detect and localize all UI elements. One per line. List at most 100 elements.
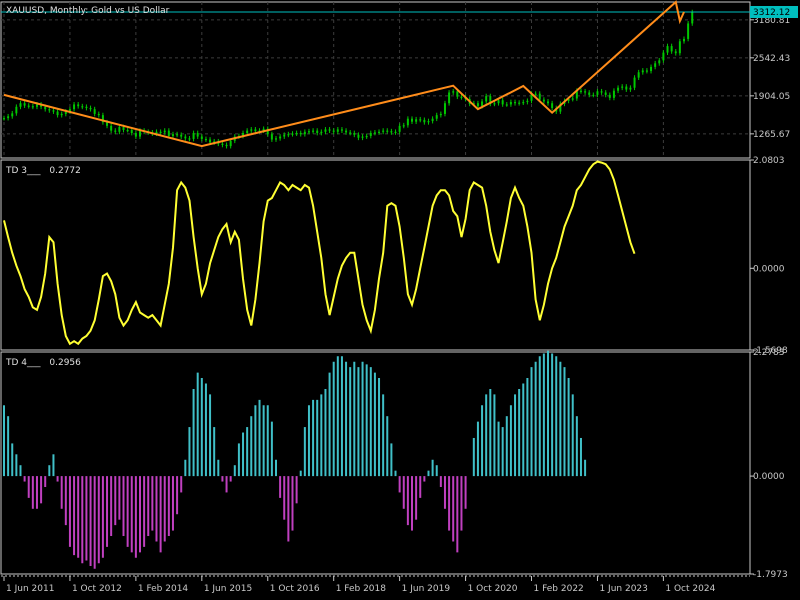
candle-body	[229, 140, 232, 147]
candle-body	[518, 102, 521, 104]
candle-body	[114, 130, 117, 132]
candle-body	[608, 94, 611, 98]
candle-body	[357, 134, 360, 138]
candle-body	[509, 102, 512, 105]
candle-body	[291, 133, 294, 135]
candle-body	[390, 131, 393, 133]
candle-body	[307, 131, 310, 133]
candle-body	[353, 132, 356, 135]
candle-body	[658, 60, 661, 64]
candle-body	[246, 130, 249, 133]
candle-body	[378, 131, 381, 134]
candle-body	[19, 103, 22, 107]
candle-body	[481, 101, 484, 107]
candle-body	[299, 132, 302, 135]
candle-body	[691, 12, 694, 24]
td3-line	[3, 160, 636, 346]
candle-body	[505, 104, 508, 106]
x-tick-label: 1 Feb 2022	[534, 584, 584, 594]
candle-body	[427, 121, 430, 123]
x-tick-label: 1 Jun 2015	[204, 584, 252, 594]
candle-body	[35, 104, 38, 107]
candle-body	[641, 70, 644, 73]
td3-indicator-value: 0.2772	[49, 166, 81, 176]
candle-body	[666, 46, 669, 53]
pane-frame	[0, 159, 751, 351]
candle-body	[328, 129, 331, 131]
x-tick-label: 1 Oct 2020	[468, 584, 518, 594]
candle-body	[110, 125, 113, 131]
candle-body	[629, 87, 632, 90]
x-tick-label: 1 Oct 2016	[270, 584, 320, 594]
candle-body	[336, 129, 339, 132]
candle-body	[254, 129, 257, 132]
candle-body	[493, 103, 496, 105]
td4-pane: 2.2783 0.0000 -1.7973	[0, 348, 788, 580]
candle-body	[419, 119, 422, 121]
candle-body	[44, 106, 47, 110]
candle-body	[48, 109, 51, 111]
candle-body	[349, 132, 352, 134]
candle-body	[188, 138, 191, 140]
candle-body	[85, 106, 88, 108]
candle-body	[617, 87, 620, 91]
candle-body	[122, 127, 125, 131]
candle-body	[89, 107, 92, 110]
candle-body	[270, 134, 273, 140]
candle-body	[159, 131, 162, 134]
candle-body	[192, 132, 195, 139]
candle-body	[369, 132, 372, 136]
candle-body	[287, 134, 290, 136]
candle-body	[345, 130, 348, 133]
candle-body	[551, 103, 554, 108]
candle-body	[662, 52, 665, 61]
y-tick-label: 2.0803	[753, 156, 785, 166]
y-tick-label: 2.2783	[753, 348, 785, 358]
candle-body	[176, 134, 179, 136]
candle-body	[633, 77, 636, 88]
candle-body	[52, 110, 55, 112]
candle-body	[373, 132, 376, 134]
candle-body	[3, 118, 5, 120]
candle-body	[134, 132, 137, 137]
candle-body	[204, 138, 207, 141]
candle-body	[171, 134, 174, 136]
candle-body	[332, 130, 335, 132]
candle-body	[406, 118, 409, 126]
candle-body	[73, 104, 76, 110]
y-tick-label: -1.7973	[753, 570, 788, 580]
candle-body	[361, 136, 364, 138]
candle-body	[93, 109, 96, 114]
y-tick-label: 0.0000	[753, 264, 785, 274]
candle-body	[200, 136, 203, 139]
price-badge-text: 3312.12	[753, 8, 790, 18]
candle-body	[604, 92, 607, 95]
candle-body	[411, 118, 413, 122]
zigzag-line	[3, 0, 685, 148]
candle-body	[11, 113, 14, 117]
candle-body	[645, 70, 648, 72]
candle-body	[250, 129, 253, 131]
candle-body	[386, 130, 389, 132]
candle-body	[225, 144, 228, 147]
candle-body	[303, 131, 306, 135]
td4-indicator-value: 0.2956	[49, 358, 81, 368]
candle-body	[678, 41, 681, 54]
td4-indicator-label: TD 4___	[5, 358, 41, 368]
candle-body	[542, 99, 545, 102]
candle-body	[456, 91, 459, 97]
candle-body	[534, 93, 537, 95]
x-tick-label: 1 Oct 2024	[665, 584, 715, 594]
candle-body	[312, 130, 315, 132]
candle-body	[625, 86, 628, 90]
x-tick-label: 1 Oct 2012	[72, 584, 122, 594]
candle-body	[579, 90, 582, 92]
candle-body	[621, 86, 624, 88]
td3-pane: 2.08030.0000-1.5698	[0, 156, 788, 356]
candle-body	[316, 130, 319, 133]
candle-body	[324, 129, 327, 132]
candle-body	[398, 125, 401, 132]
candle-body	[452, 91, 455, 93]
candle-body	[56, 111, 59, 116]
candle-body	[650, 66, 653, 72]
